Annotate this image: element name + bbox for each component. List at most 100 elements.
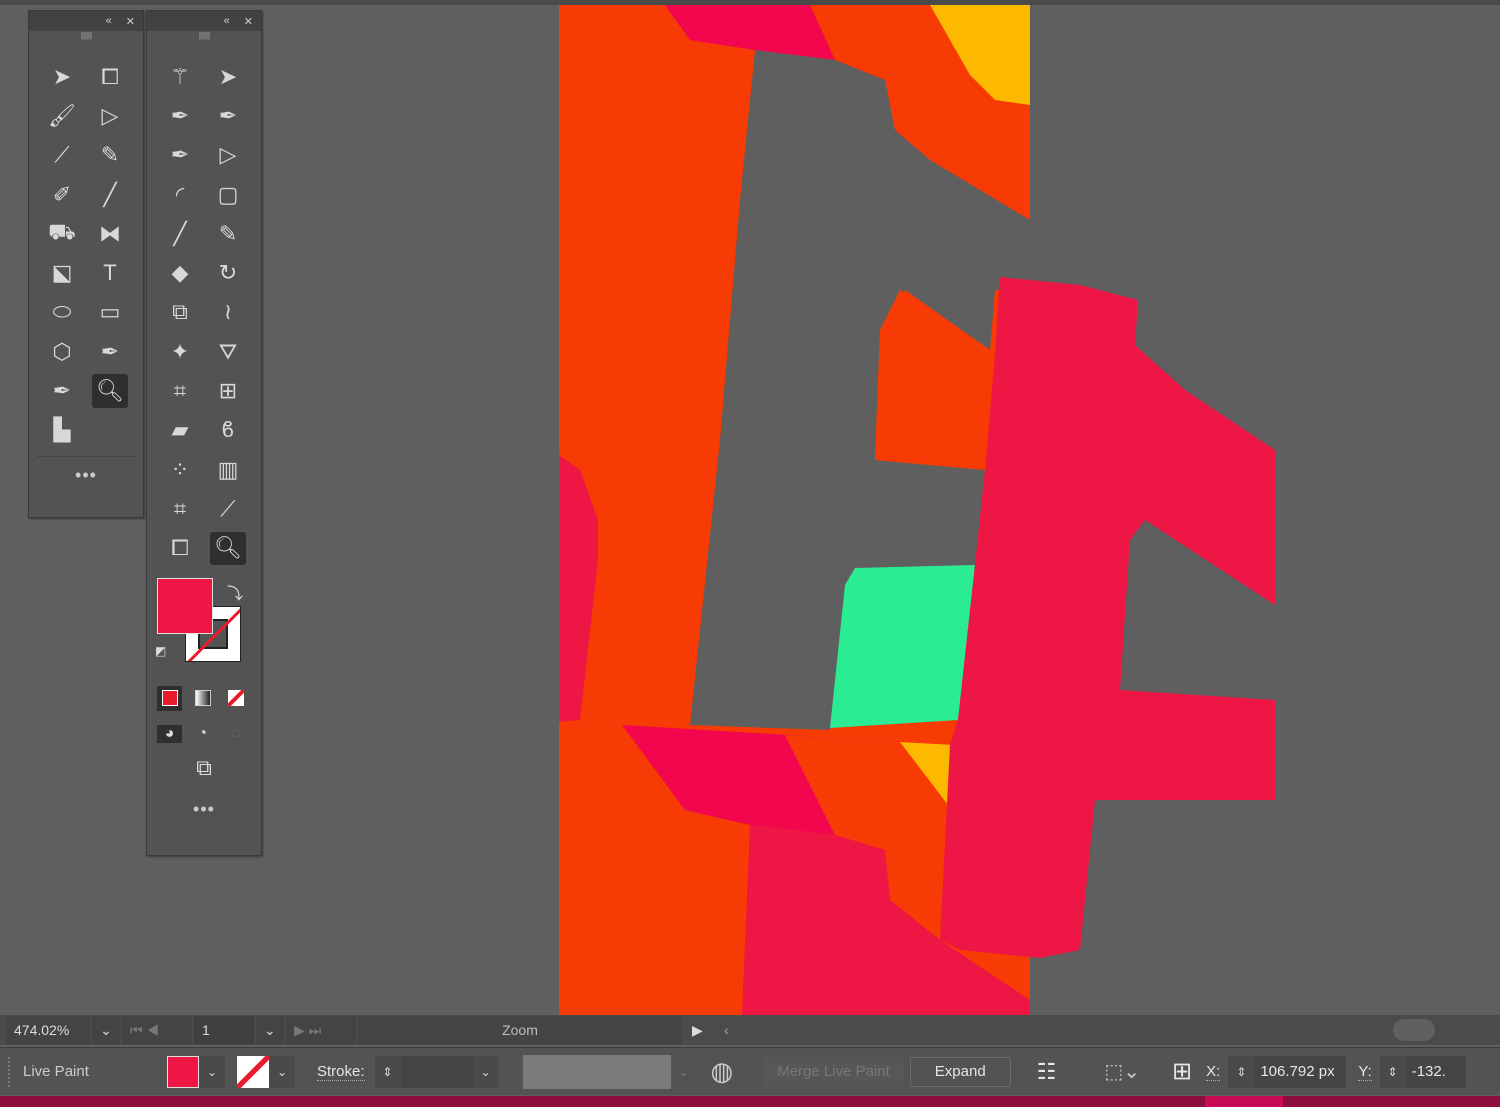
perspective-tool-icon[interactable]: ⌗ [156, 371, 204, 410]
pencil-tool-icon[interactable]: ✎ [204, 214, 252, 253]
artboard-tool-icon[interactable]: ⧠ [86, 57, 134, 96]
add-anchor-tool-icon[interactable]: ✒ [156, 96, 204, 135]
panel-grip[interactable]: |||||||||| [147, 31, 261, 45]
artboard-number-field[interactable]: 1 [194, 1016, 254, 1044]
direct-selection-tool-icon[interactable]: ▷ [86, 96, 134, 135]
status-tool-label[interactable]: Zoom [358, 1016, 682, 1044]
x-position-input[interactable]: 106.792 px [1254, 1055, 1347, 1088]
zoom-tool-icon[interactable]: 🔍︎ [210, 531, 246, 565]
fill-color-swatch[interactable] [167, 1055, 199, 1088]
stroke-color-swatch[interactable] [237, 1055, 269, 1088]
more-tools-button[interactable]: ••• [29, 465, 143, 486]
y-stepper[interactable]: ⇕ [1379, 1055, 1406, 1088]
align-options-icon[interactable]: ⬚⌄ [1104, 1059, 1140, 1084]
artboard-tool-icon[interactable]: ⧠ [156, 529, 204, 568]
screen-mode-icon[interactable]: ⧉ [147, 755, 261, 781]
variable-width-profile[interactable] [522, 1054, 671, 1089]
control-bar-grip[interactable] [8, 1056, 11, 1087]
line-tool-icon[interactable]: ╱ [156, 214, 204, 253]
graph-bar-tool-icon[interactable]: ▙ [38, 411, 86, 450]
pencil-tool-icon[interactable]: ✎ [86, 136, 134, 175]
none-mode-button[interactable] [223, 686, 248, 711]
delete-anchor-tool-icon[interactable]: ✒ [204, 96, 252, 135]
type-tool-icon[interactable]: T [86, 253, 134, 292]
x-stepper[interactable]: ⇕ [1228, 1055, 1255, 1088]
arc-tool-icon[interactable]: ◜ [156, 175, 204, 214]
symbol-sprayer-tool-icon[interactable]: ⁘ [156, 450, 204, 489]
recolor-artwork-icon[interactable]: ◍ [711, 1056, 734, 1087]
artboard-nav-prev[interactable]: ⏮ ◀ [122, 1016, 192, 1044]
close-icon[interactable]: ✕ [126, 15, 135, 28]
magic-wand-tool-icon[interactable]: ⚚ [156, 57, 204, 96]
horizontal-scrollbar-thumb[interactable] [1393, 1019, 1435, 1041]
stroke-label[interactable]: Stroke: [317, 1063, 365, 1081]
lasso-tool-icon[interactable]: ϐ [204, 411, 252, 450]
merge-live-paint-button[interactable]: Merge Live Paint [763, 1056, 904, 1087]
direct-selection-tool-icon[interactable]: ▷ [204, 136, 252, 175]
puppet-warp-tool-icon[interactable]: ✦ [156, 332, 204, 371]
tools-panel-basic[interactable]: «✕ |||||||||| ➤ ⧠ 🖌 ▷ ⟋ ✎ ✐ ╱ ⛟ ⧓ ⬕ T ⬭ ▭ ⬡ ✒ ✒ 🔍︎ ▙ ••• [28, 10, 144, 518]
fill-stroke-widget[interactable]: ⤵ ◩ [147, 577, 261, 678]
collapse-icon[interactable]: « [224, 15, 230, 27]
measure-tool-icon[interactable]: ▰ [156, 411, 204, 450]
artboard-nav-next[interactable]: ▶ ⏭ [286, 1016, 356, 1044]
rectangle-tool-icon[interactable]: ▭ [86, 293, 134, 332]
artboard-dropdown[interactable]: ⌄ [256, 1016, 284, 1044]
tools-panel-advanced[interactable]: «✕ |||||||||| ⚚ ➤ ✒ ✒ ✒ ▷ ◜ ▢ ╱ ✎ ◆ ↻ ⧉ ≀ ✦ ⛛ ⌗ ⊞ ▰ ϐ ⁘ ▥ ⌗ ⟋ ⧠ 🔍… [146, 10, 262, 856]
color-mode-button[interactable] [157, 685, 182, 711]
mesh-tool-icon[interactable]: ⊞ [204, 371, 252, 410]
y-position-input[interactable]: -132. [1405, 1055, 1466, 1088]
reflect-tool-icon[interactable]: ⧓ [86, 214, 134, 253]
profile-dropdown[interactable]: ⌄ [670, 1055, 697, 1088]
draw-behind-icon[interactable]: ◔ [190, 725, 215, 743]
fill-dropdown[interactable]: ⌄ [199, 1055, 225, 1088]
collapse-icon[interactable]: « [106, 15, 112, 27]
selection-tool-icon[interactable]: ➤ [38, 57, 86, 96]
selection-tool-icon[interactable]: ➤ [204, 57, 252, 96]
gap-options-icon[interactable]: ☷ [1037, 1059, 1057, 1085]
ellipse-tool-icon[interactable]: ⬭ [38, 293, 86, 332]
more-tools-button[interactable]: ••• [147, 799, 261, 820]
warp-tool-icon[interactable]: ≀ [204, 293, 252, 332]
expand-button[interactable]: Expand [909, 1056, 1011, 1087]
fill-swatch[interactable] [157, 577, 213, 634]
reference-point-icon[interactable]: ⊞ [1172, 1057, 1192, 1086]
swap-fill-stroke-icon[interactable]: ⤵ [227, 580, 243, 604]
eyedropper-tool-icon[interactable]: ⟋ [204, 489, 252, 528]
scale-tool-icon[interactable]: ⧉ [156, 293, 204, 332]
free-transform-tool-icon[interactable]: ⬕ [38, 253, 86, 292]
scroll-left-arrow[interactable]: ‹ [716, 1016, 746, 1044]
close-icon[interactable]: ✕ [244, 15, 253, 28]
bottom-strip [0, 1096, 1500, 1107]
zoom-level-field[interactable]: 474.02% [6, 1016, 90, 1044]
stroke-weight-dropdown[interactable]: ⌄ [472, 1055, 499, 1088]
draw-inside-icon[interactable]: ◌ [223, 725, 248, 743]
stroke-weight-stepper[interactable]: ⇕ [374, 1055, 401, 1088]
blob-brush-tool-icon[interactable]: ✐ [38, 175, 86, 214]
rounded-rect-tool-icon[interactable]: ▢ [204, 175, 252, 214]
gradient-mode-button[interactable] [190, 686, 215, 711]
crop-tool-icon[interactable]: ⌗ [156, 489, 204, 528]
live-paint-selection-tool-icon[interactable]: ⛛ [204, 332, 252, 371]
eraser-tool-icon[interactable]: ◆ [156, 253, 204, 292]
status-menu-arrow[interactable]: ▶ [684, 1016, 714, 1044]
default-fill-stroke-icon[interactable]: ◩ [155, 644, 166, 658]
live-paint-bucket-tool-icon[interactable]: ⛟ [38, 214, 86, 253]
curvature-tool-icon[interactable]: ✒ [156, 136, 204, 175]
stroke-weight-input[interactable] [400, 1055, 473, 1088]
zoom-tool-icon[interactable]: 🔍︎ [92, 374, 128, 408]
eyedropper-tool-icon[interactable]: ⟋ [38, 136, 86, 175]
draw-normal-icon[interactable]: ◕ [157, 724, 182, 743]
panel-grip[interactable]: |||||||||| [29, 31, 143, 45]
panel-header[interactable]: «✕ [147, 11, 261, 31]
panel-header[interactable]: «✕ [29, 11, 143, 31]
polygon-tool-icon[interactable]: ⬡ [38, 332, 86, 371]
rotate-tool-icon[interactable]: ↻ [204, 253, 252, 292]
zoom-dropdown[interactable]: ⌄ [92, 1016, 120, 1044]
pen-tool-icon[interactable]: ✒ [86, 332, 134, 371]
paintbrush-tool-icon[interactable]: 🖌 [38, 96, 86, 135]
stroke-dropdown[interactable]: ⌄ [269, 1055, 295, 1088]
curvature-pen-tool-icon[interactable]: ✒ [38, 371, 86, 410]
line-tool-icon[interactable]: ╱ [86, 175, 134, 214]
column-graph-tool-icon[interactable]: ▥ [204, 450, 252, 489]
